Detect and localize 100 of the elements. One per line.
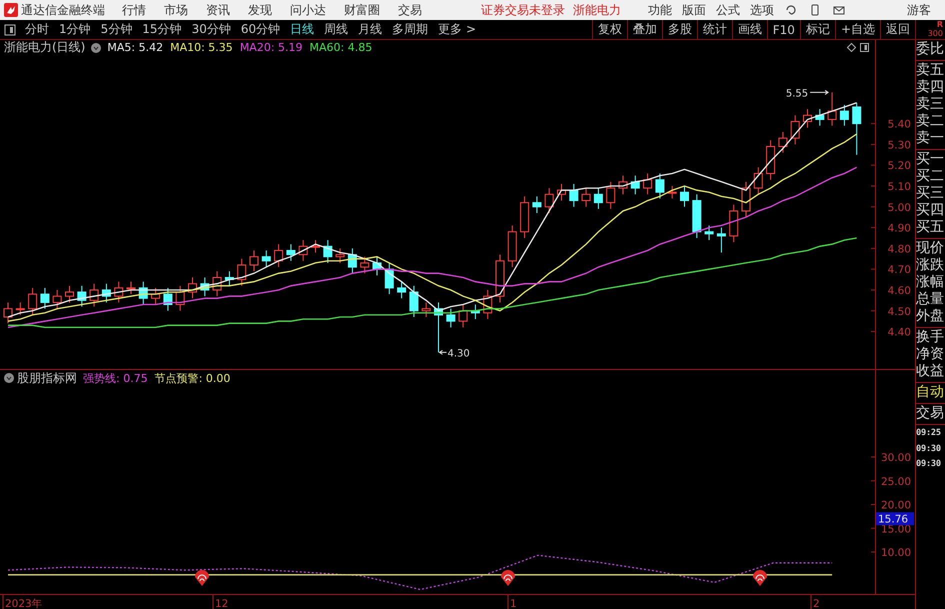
menu-item[interactable]: 选项 (750, 2, 774, 18)
candle (360, 256, 370, 274)
dropdown-icon[interactable] (91, 42, 102, 52)
menu-item[interactable]: 行情 (122, 2, 146, 18)
candle (483, 289, 492, 320)
candle (409, 285, 418, 318)
candle (384, 262, 394, 295)
price-axis-label: 4.60 (888, 284, 911, 297)
candle (766, 140, 776, 180)
candle (655, 173, 664, 199)
app-title: 通达信金融终端 (21, 2, 105, 18)
candle (618, 175, 628, 195)
signal-marker-icon (501, 570, 515, 586)
candle (594, 188, 603, 210)
legend-value-label: MA20: 5.19 (240, 41, 303, 54)
menu-item[interactable]: 功能 (648, 2, 672, 18)
high-price-label: 5.55 (786, 88, 808, 100)
date-axis-label: 2023年 (5, 598, 43, 609)
quote-field-label: 交易 (916, 405, 945, 422)
candle (815, 108, 824, 126)
price-axis-label: 5.20 (888, 160, 911, 172)
quote-field-label: 总量 (916, 291, 945, 308)
menu-item[interactable]: 公式 (716, 2, 740, 18)
menu-item[interactable]: 交易 (398, 2, 422, 18)
candle (643, 173, 652, 195)
candle (790, 114, 800, 145)
quote-field-label: 涨跌 (916, 257, 945, 274)
quote-field-label: 委比 (916, 41, 945, 58)
legend-value-label: 节点预警: 0.00 (154, 370, 230, 386)
period-tab[interactable]: 月线 (353, 20, 388, 39)
candle (668, 186, 677, 199)
trade-time: 09:25 (916, 427, 942, 440)
period-tab[interactable]: 5分钟 (96, 20, 138, 39)
dropdown-icon[interactable] (4, 373, 14, 383)
menu-item[interactable]: 版面 (682, 2, 706, 18)
candle (65, 285, 74, 303)
candle (704, 225, 714, 241)
price-axis-label: 5.40 (888, 118, 911, 131)
diamond-icon[interactable] (847, 43, 856, 52)
legend-value-label: MA5: 5.42 (107, 41, 164, 54)
menu-item[interactable]: 财富圈 (344, 2, 380, 18)
period-tab[interactable]: 分时 (20, 20, 54, 39)
indicator-axis-label: 15.00 (880, 523, 911, 536)
user-label[interactable]: 游客 (907, 2, 931, 18)
menu-item[interactable]: 发现 (248, 2, 272, 18)
indicator-title: 股朋指标网 (17, 370, 77, 386)
price-axis-label: 4.50 (888, 306, 911, 318)
quote-field-label: 卖二 (916, 113, 945, 130)
period-tab[interactable]: 15分钟 (137, 20, 187, 39)
period-tab[interactable]: 60分钟 (236, 20, 286, 39)
price-axis-label: 5.00 (888, 202, 911, 214)
mail-icon[interactable] (833, 4, 845, 16)
quote-field-label: 买一 (916, 151, 945, 168)
candle (582, 188, 591, 208)
refresh-icon[interactable] (785, 4, 797, 16)
price-axis-label: 4.80 (888, 243, 911, 256)
candle (372, 256, 382, 276)
menu-item[interactable]: 问小达 (290, 2, 326, 18)
panel-toggle-icon[interactable] (4, 24, 16, 36)
candle (4, 302, 12, 324)
signal-marker-icon (753, 570, 767, 586)
candle (680, 186, 689, 208)
legend-value-label: 强势线: 0.75 (83, 370, 148, 386)
indicator-axis-label: 20.00 (880, 500, 911, 512)
period-tab[interactable]: 30分钟 (186, 20, 236, 39)
period-tab[interactable]: 多周期 (387, 20, 434, 39)
candle (630, 175, 640, 195)
trade-time: 09:30 (916, 442, 942, 456)
candle (274, 244, 284, 268)
auto-tab[interactable]: 自动 (916, 384, 945, 401)
period-tab[interactable]: 周线 (319, 20, 354, 39)
leader-line (438, 350, 447, 355)
candle (729, 204, 738, 243)
candle (176, 285, 185, 312)
panel-toggle-icon[interactable] (860, 43, 869, 52)
candle (803, 108, 812, 128)
period-tab[interactable]: 日线 (285, 20, 320, 39)
candle (16, 302, 25, 316)
candle (446, 308, 456, 328)
candle (754, 166, 763, 195)
period-tab[interactable]: 更多 > (433, 20, 481, 39)
candle (778, 131, 788, 154)
candle (40, 287, 50, 310)
date-axis-label: 2 (813, 598, 820, 609)
status-notice: 证券交易未登录 (481, 2, 565, 18)
period-tab[interactable]: 1分钟 (54, 20, 96, 39)
phone-icon[interactable] (809, 4, 821, 16)
corner-indicator: R 300 (915, 20, 945, 39)
menu-item[interactable]: 市场 (164, 2, 188, 18)
indicator-axis-label: 30.00 (880, 452, 911, 464)
candle (200, 277, 210, 297)
candle (422, 302, 431, 318)
quote-field-label: 买四 (916, 202, 945, 219)
quote-field-label: 卖一 (916, 130, 945, 147)
candle (434, 302, 443, 353)
candle (716, 227, 726, 254)
candle (250, 250, 258, 272)
indicator-axis-label: 25.00 (880, 476, 911, 488)
menu-item[interactable]: 资讯 (206, 2, 230, 18)
quote-field-label: 买三 (916, 185, 945, 202)
